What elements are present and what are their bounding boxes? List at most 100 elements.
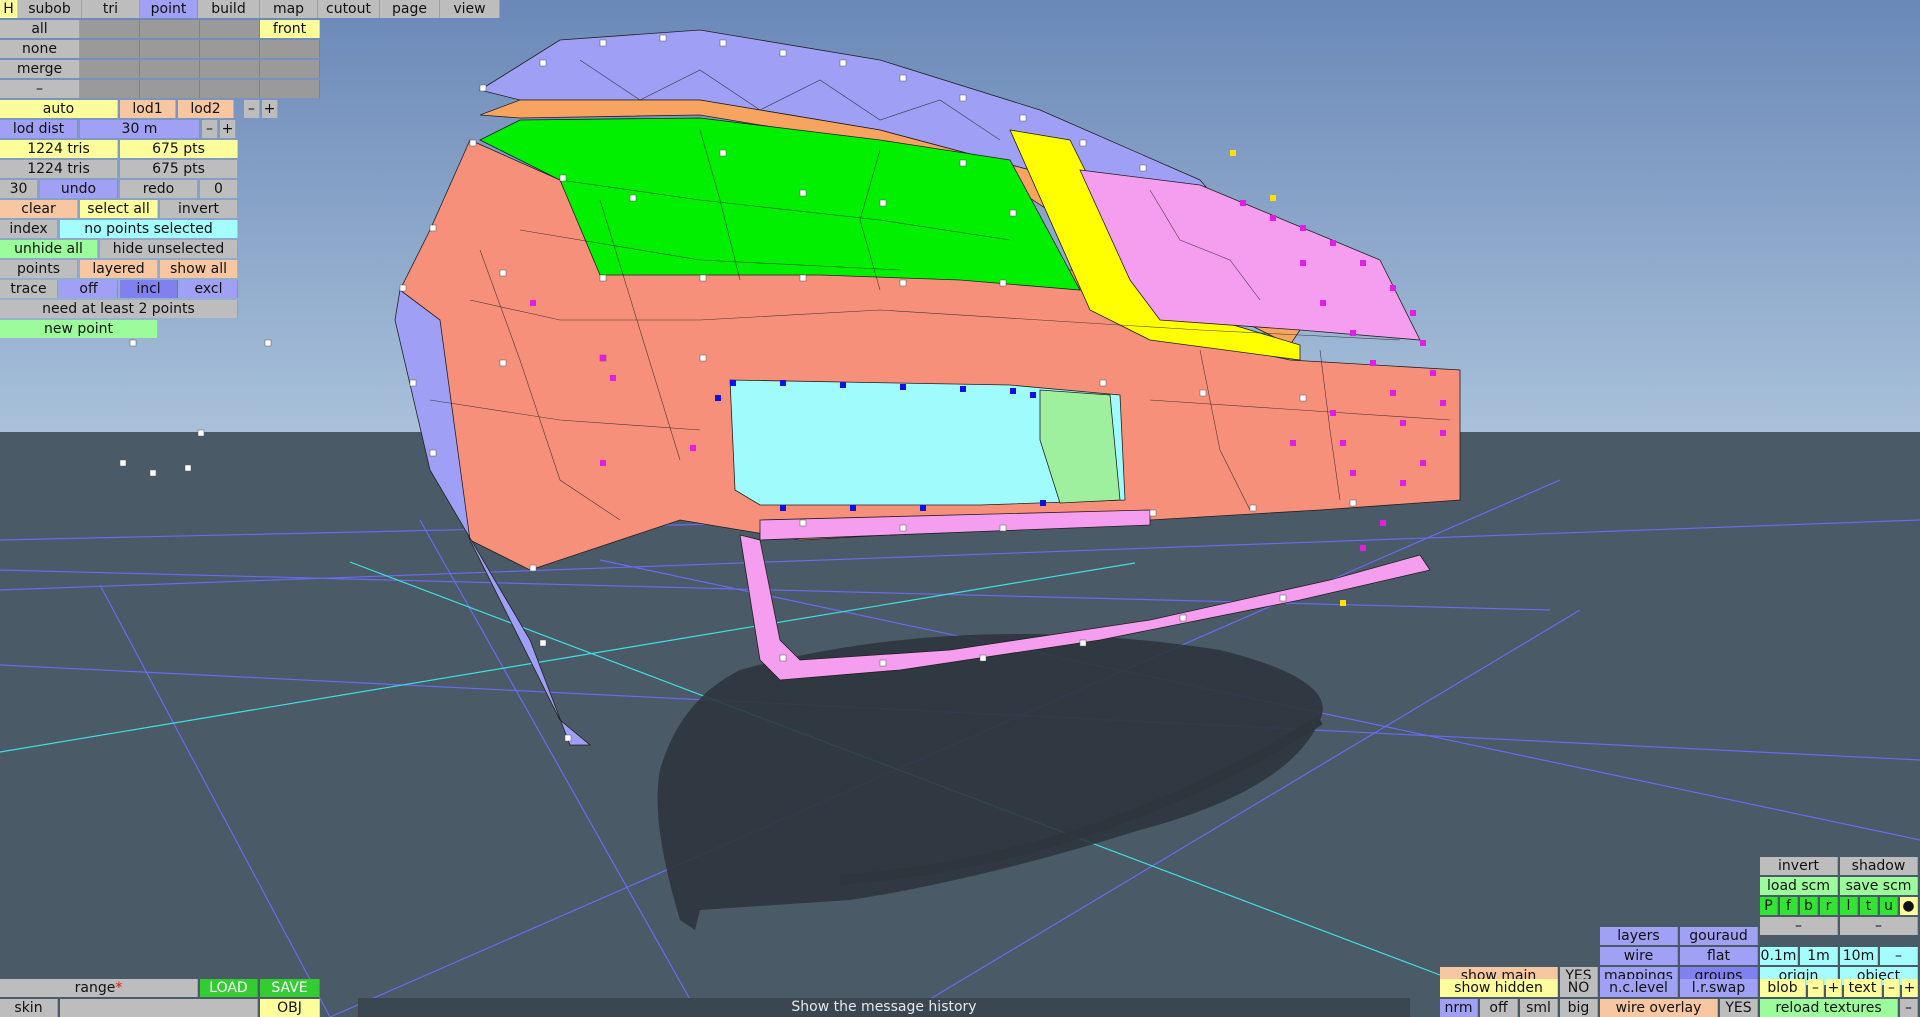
lod1-button[interactable]: lod1 bbox=[120, 100, 176, 118]
hide-unselected-button[interactable]: hide unselected bbox=[100, 240, 238, 258]
dash-button-1[interactable]: – bbox=[1760, 917, 1838, 935]
skin-field[interactable] bbox=[60, 999, 258, 1017]
lod-dist-label: lod dist bbox=[0, 120, 78, 138]
big-button[interactable]: big bbox=[1560, 999, 1598, 1017]
lod-dist-minus-button[interactable]: – bbox=[202, 120, 218, 138]
view-b-button[interactable]: b bbox=[1800, 897, 1818, 915]
redo-count: 0 bbox=[200, 180, 238, 198]
flat-button[interactable]: flat bbox=[1680, 947, 1758, 965]
dot-icon[interactable]: ● bbox=[1900, 897, 1918, 915]
3d-viewport[interactable] bbox=[0, 0, 1920, 1017]
clear-button[interactable]: clear bbox=[0, 200, 78, 218]
shadow-button[interactable]: shadow bbox=[1840, 857, 1918, 875]
view-f-button[interactable]: f bbox=[1780, 897, 1798, 915]
skin-label: skin bbox=[0, 999, 58, 1017]
empty-slot bbox=[140, 20, 200, 38]
show-hidden-toggle[interactable]: NO bbox=[1560, 979, 1598, 997]
range-star: * bbox=[115, 980, 123, 996]
off-button[interactable]: off bbox=[1480, 999, 1518, 1017]
blob-plus-button[interactable]: + bbox=[1826, 979, 1842, 997]
show-all-button[interactable]: show all bbox=[160, 260, 238, 278]
dist-minus-button[interactable]: – bbox=[1880, 947, 1918, 965]
text-label: text bbox=[1844, 979, 1882, 997]
obj-button[interactable]: OBJ bbox=[260, 999, 320, 1017]
reload-minus-button[interactable]: – bbox=[1900, 999, 1918, 1017]
trace-incl-button[interactable]: incl bbox=[120, 280, 178, 298]
lod2-button[interactable]: lod2 bbox=[178, 100, 234, 118]
lr-swap-button[interactable]: l.r.swap bbox=[1680, 979, 1758, 997]
tab-tri[interactable]: tri bbox=[82, 0, 140, 18]
redo-button[interactable]: redo bbox=[120, 180, 198, 198]
trace-label: trace bbox=[0, 280, 58, 298]
dist-0.1m-button[interactable]: 0.1m bbox=[1760, 947, 1798, 965]
lod-dist-value[interactable]: 30 m bbox=[80, 120, 200, 138]
tab-point[interactable]: point bbox=[140, 0, 198, 18]
wire-button[interactable]: wire bbox=[1600, 947, 1678, 965]
trace-excl-button[interactable]: excl bbox=[180, 280, 238, 298]
save-scm-button[interactable]: save scm bbox=[1840, 877, 1918, 895]
help-button[interactable]: H bbox=[0, 0, 18, 18]
lod-minus-button[interactable]: – bbox=[244, 100, 260, 118]
lod-dist-plus-button[interactable]: + bbox=[220, 120, 236, 138]
message-history-bar[interactable]: Show the message history bbox=[358, 998, 1410, 1017]
tab-page[interactable]: page bbox=[380, 0, 440, 18]
view-t-button[interactable]: t bbox=[1860, 897, 1878, 915]
empty-slot bbox=[200, 80, 260, 98]
pts-count: 675 pts bbox=[120, 140, 238, 158]
range-field[interactable]: range* bbox=[0, 979, 198, 997]
tab-map[interactable]: map bbox=[260, 0, 318, 18]
lod-auto-button[interactable]: auto bbox=[0, 100, 118, 118]
empty-slot bbox=[260, 40, 320, 58]
tab-view[interactable]: view bbox=[440, 0, 500, 18]
tab-subob[interactable]: subob bbox=[18, 0, 82, 18]
text-minus-button[interactable]: – bbox=[1884, 979, 1900, 997]
empty-slot bbox=[80, 60, 140, 78]
layers-toggle[interactable]: layers bbox=[1600, 927, 1678, 945]
blob-minus-button[interactable]: – bbox=[1808, 979, 1824, 997]
pts-count-total: 675 pts bbox=[120, 160, 238, 178]
sml-button[interactable]: sml bbox=[1520, 999, 1558, 1017]
empty-slot bbox=[200, 60, 260, 78]
wire-overlay-toggle[interactable]: YES bbox=[1720, 999, 1758, 1017]
load-button[interactable]: LOAD bbox=[200, 979, 258, 997]
unhide-all-button[interactable]: unhide all bbox=[0, 240, 98, 258]
load-scm-button[interactable]: load scm bbox=[1760, 877, 1838, 895]
gouraud-toggle[interactable]: gouraud bbox=[1680, 927, 1758, 945]
select-none-button[interactable]: none bbox=[0, 40, 80, 58]
invert-view-button[interactable]: invert bbox=[1760, 857, 1838, 875]
hint-message: need at least 2 points bbox=[0, 300, 238, 318]
trace-off-button[interactable]: off bbox=[60, 280, 118, 298]
dist-1m-button[interactable]: 1m bbox=[1800, 947, 1838, 965]
nc-level-button[interactable]: n.c.level bbox=[1600, 979, 1678, 997]
select-all-points-button[interactable]: select all bbox=[80, 200, 158, 218]
empty-slot bbox=[260, 80, 320, 98]
new-point-button[interactable]: new point bbox=[0, 320, 158, 338]
undo-button[interactable]: undo bbox=[40, 180, 118, 198]
points-button[interactable]: points bbox=[0, 260, 78, 278]
tab-cutout[interactable]: cutout bbox=[318, 0, 380, 18]
save-button[interactable]: SAVE bbox=[260, 979, 320, 997]
empty-slot bbox=[80, 80, 140, 98]
view-u-button[interactable]: u bbox=[1880, 897, 1898, 915]
undo-count: 30 bbox=[0, 180, 38, 198]
nrm-button[interactable]: nrm bbox=[1440, 999, 1478, 1017]
invert-button[interactable]: invert bbox=[160, 200, 238, 218]
view-r-button[interactable]: r bbox=[1820, 897, 1838, 915]
show-hidden-label: show hidden bbox=[1440, 979, 1558, 997]
minus-button[interactable]: – bbox=[0, 80, 80, 98]
select-all-button[interactable]: all bbox=[0, 20, 80, 38]
lod-plus-button[interactable]: + bbox=[262, 100, 278, 118]
index-button[interactable]: index bbox=[0, 220, 58, 238]
empty-slot bbox=[260, 60, 320, 78]
front-button[interactable]: front bbox=[260, 20, 320, 38]
text-plus-button[interactable]: + bbox=[1902, 979, 1918, 997]
view-l-button[interactable]: l bbox=[1840, 897, 1858, 915]
view-p-button[interactable]: P bbox=[1760, 897, 1778, 915]
tab-build[interactable]: build bbox=[198, 0, 260, 18]
empty-slot bbox=[140, 80, 200, 98]
layered-button[interactable]: layered bbox=[80, 260, 158, 278]
reload-textures-button[interactable]: reload textures bbox=[1760, 999, 1898, 1017]
dash-button-2[interactable]: – bbox=[1840, 917, 1918, 935]
dist-10m-button[interactable]: 10m bbox=[1840, 947, 1878, 965]
merge-button[interactable]: merge bbox=[0, 60, 80, 78]
